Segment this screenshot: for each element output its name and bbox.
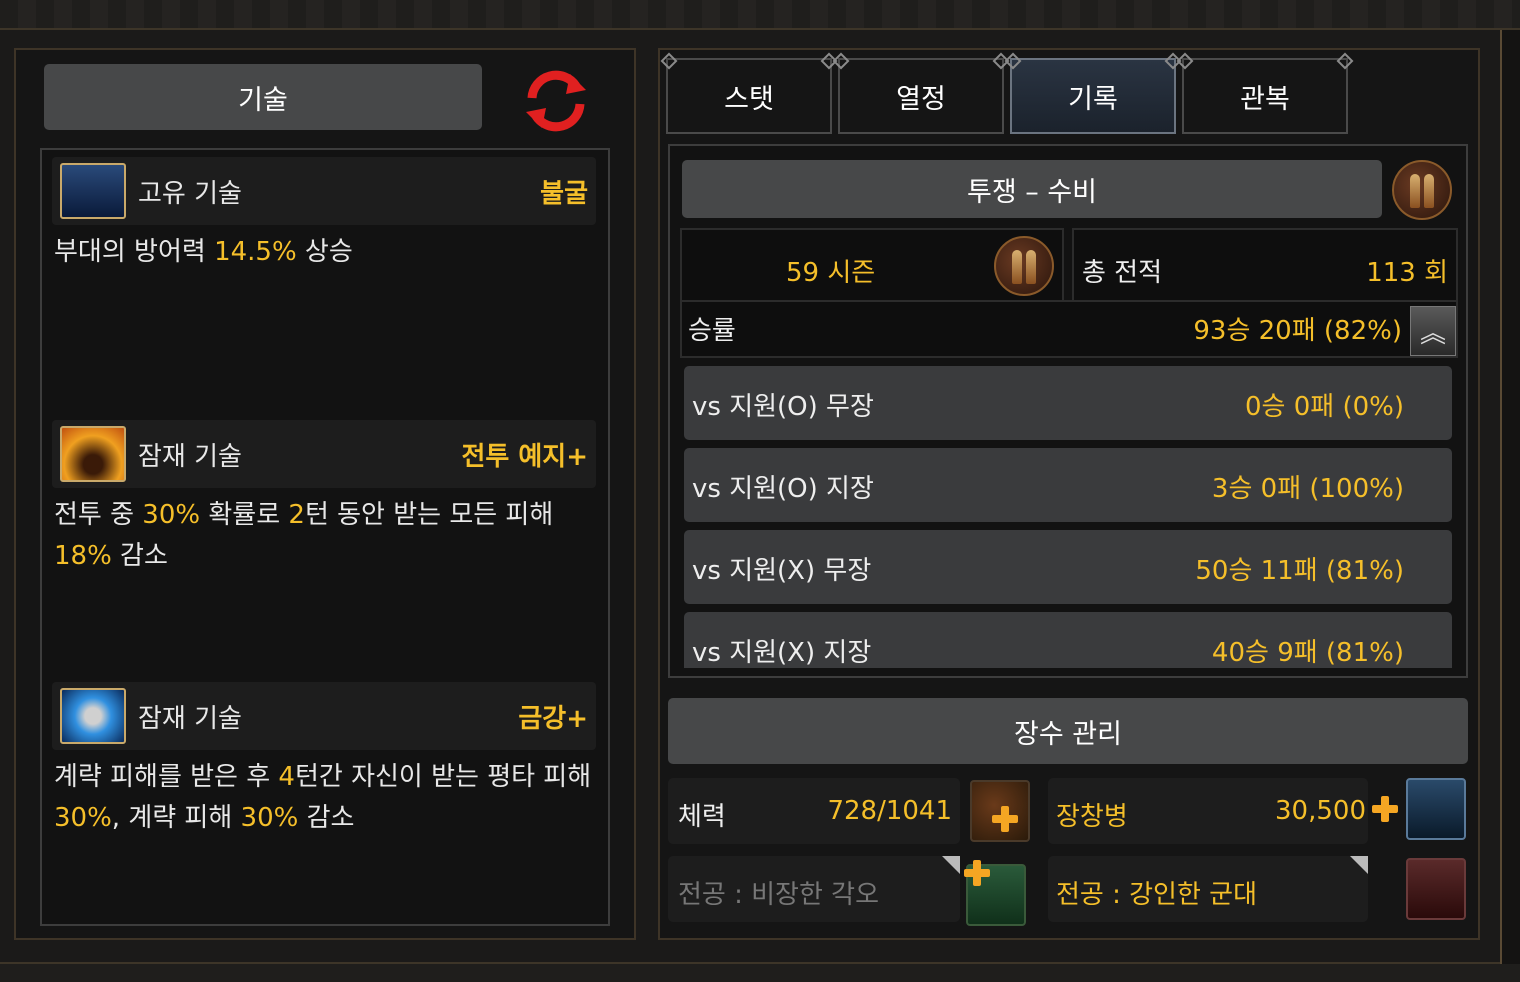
skill-description: 계략 피해를 받은 후 4턴간 자신이 받는 평타 피해 30%, 계략 피해 … — [54, 762, 592, 833]
skill-name: 전투 예지+ — [461, 442, 588, 472]
troop-stat: 장창병 30,500 — [1048, 778, 1368, 844]
hp-value: 728/1041 — [827, 796, 952, 826]
merit-add-icon[interactable] — [964, 860, 1026, 926]
collapse-icon[interactable]: ︽ — [1410, 306, 1456, 356]
tab-record[interactable]: 기록 — [1010, 58, 1176, 134]
skill-description: 부대의 방어력 14.5% 상승 — [54, 237, 353, 267]
record-row: vs 지원(X) 지장 40승 9패 (81%) — [684, 612, 1452, 668]
hp-label: 체력 — [678, 802, 726, 832]
hp-stat: 체력 728/1041 — [668, 778, 960, 844]
warrior-skill-icon — [60, 426, 126, 482]
bottom-frame — [0, 962, 1520, 982]
winrate-value: 93승 20패 (82%) — [1193, 316, 1402, 346]
total-value: 113 회 — [1366, 258, 1448, 288]
coins-skill-icon — [60, 163, 126, 219]
skill-header-unique[interactable]: 고유 기술 불굴 — [52, 157, 596, 225]
skill-type: 고유 기술 — [138, 179, 242, 209]
troop-label: 장창병 — [1056, 802, 1128, 832]
skill-header-latent-2[interactable]: 잠재 기술 금강+ — [52, 682, 596, 750]
right-frame — [1500, 30, 1520, 964]
winrate-label: 승률 — [688, 316, 736, 346]
ammo-icon[interactable] — [1392, 160, 1452, 220]
skill-type: 잠재 기술 — [138, 704, 242, 734]
record-row: vs 지원(O) 지장 3승 0패 (100%) — [684, 448, 1452, 522]
manage-button[interactable]: 장수 관리 — [668, 698, 1468, 764]
total-label: 총 전적 — [1082, 258, 1163, 288]
skill-name: 금강+ — [518, 704, 588, 734]
skill-header-latent-1[interactable]: 잠재 기술 전투 예지+ — [52, 420, 596, 488]
tab-stats[interactable]: 스탯 — [666, 58, 832, 134]
skill-description: 전투 중 30% 확률로 2턴 동안 받는 모든 피해 18% 감소 — [54, 500, 554, 571]
refresh-icon[interactable] — [520, 68, 592, 134]
mode-selector[interactable]: 투쟁 – 수비 — [682, 160, 1382, 218]
season-ammo-icon[interactable] — [994, 236, 1054, 296]
top-frame — [0, 0, 1520, 30]
skill-type: 잠재 기술 — [138, 442, 242, 472]
shield-skill-icon — [60, 688, 126, 744]
troop-value: 30,500 — [1275, 796, 1366, 826]
axe-unit-icon[interactable] — [1406, 858, 1466, 920]
tab-passion[interactable]: 열정 — [838, 58, 1004, 134]
merit-left[interactable]: 전공 : 비장한 각오 — [668, 856, 960, 922]
merit-right[interactable]: 전공 : 강인한 군대 — [1048, 856, 1368, 922]
tab-attire[interactable]: 관복 — [1182, 58, 1348, 134]
skill-name: 불굴 — [540, 179, 588, 209]
merit-left-label: 전공 : 비장한 각오 — [678, 880, 879, 910]
merit-right-label: 전공 : 강인한 군대 — [1056, 880, 1257, 910]
total-cell: 총 전적 113 회 — [1072, 228, 1458, 302]
hp-potion-icon[interactable] — [970, 780, 1030, 842]
add-troop-icon[interactable] — [1372, 796, 1398, 822]
spear-unit-icon[interactable] — [1406, 778, 1466, 840]
season-label: 59 시즌 — [786, 258, 876, 288]
record-row: vs 지원(X) 무장 50승 11패 (81%) — [684, 530, 1452, 604]
skill-title-button[interactable]: 기술 — [44, 64, 482, 130]
record-row: vs 지원(O) 무장 0승 0패 (0%) — [684, 366, 1452, 440]
winrate-cell: 승률 93승 20패 (82%) — [680, 300, 1458, 358]
